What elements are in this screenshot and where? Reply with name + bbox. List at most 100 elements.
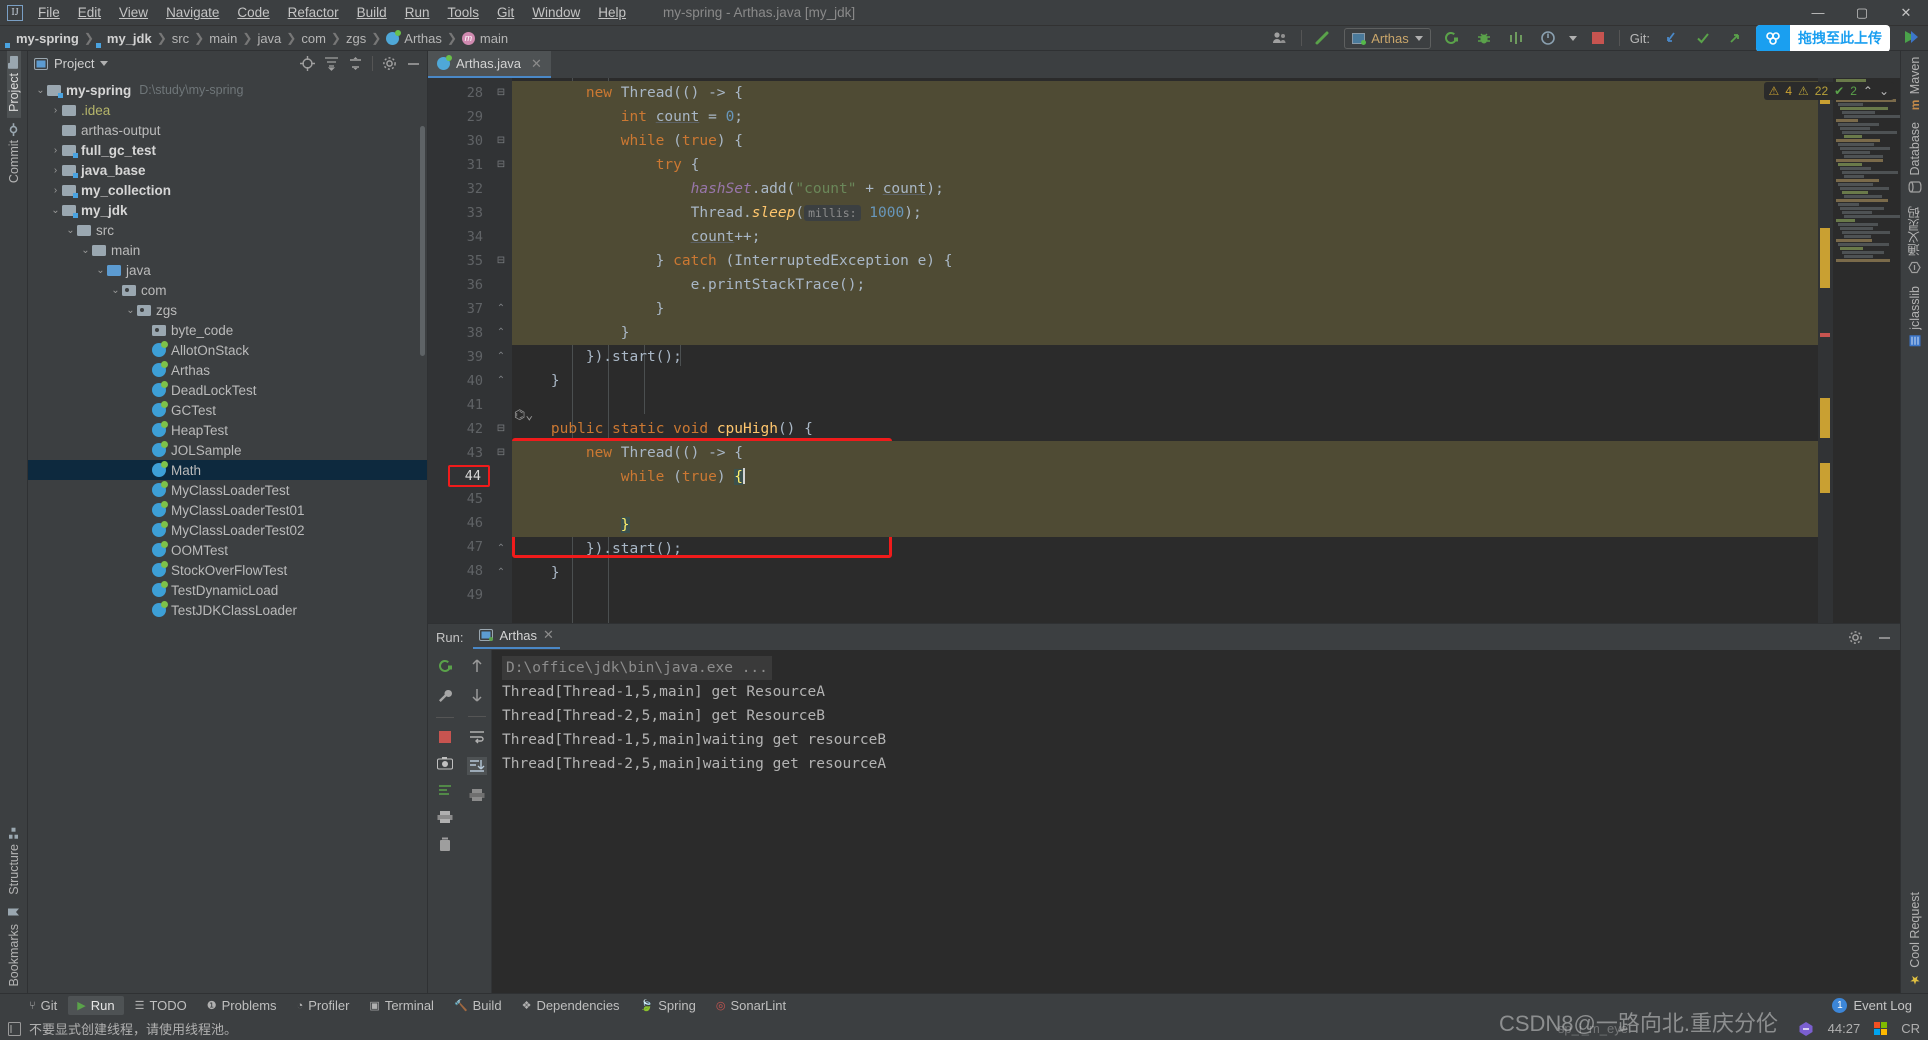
line-number[interactable]: 43 [428, 441, 490, 465]
breadcrumb-my-spring[interactable]: my-spring [8, 31, 79, 46]
run-configuration-selector[interactable]: Arthas [1344, 27, 1431, 49]
menu-item-git[interactable]: Git [488, 2, 523, 23]
chevron-down-icon[interactable] [1568, 35, 1577, 41]
tool-strip-problems[interactable]: ❶ Problems [198, 996, 286, 1015]
code-line[interactable]: } [512, 321, 1818, 345]
tree-node-math[interactable]: Math [28, 460, 427, 480]
menu-item-tools[interactable]: Tools [438, 2, 488, 23]
rail-item-cool-request[interactable]: ★ Cool Request [1908, 886, 1922, 993]
menu-item-navigate[interactable]: Navigate [157, 2, 228, 23]
rail-item-bookmarks[interactable]: Bookmarks [7, 900, 21, 993]
code-line[interactable]: count++; [512, 225, 1818, 249]
fold-marker[interactable]: ⊟ [490, 81, 512, 105]
fold-marker[interactable]: ⊟ [490, 417, 512, 441]
chevron-down-icon[interactable]: ⌄ [34, 85, 47, 96]
wrench-settings-icon[interactable] [437, 688, 453, 704]
tree-node--idea[interactable]: › .idea [28, 100, 427, 120]
code-line[interactable]: } catch (InterruptedException e) { [512, 249, 1818, 273]
tool-strip-todo[interactable]: ☰ TODO [126, 996, 196, 1015]
breadcrumb-main[interactable]: main [209, 31, 237, 46]
chevron-right-icon[interactable]: › [49, 145, 62, 156]
fold-marker[interactable]: ⌃ [490, 297, 512, 321]
console-output-line[interactable]: Thread[Thread-1,5,main] get ResourceA [502, 680, 1900, 704]
scroll-down-icon[interactable] [470, 687, 484, 703]
line-number[interactable]: 29 [428, 105, 490, 129]
tree-node-main[interactable]: ⌄ main [28, 240, 427, 260]
tree-node-testjdkclassloader[interactable]: TestJDKClassLoader [28, 600, 427, 620]
chevron-down-icon[interactable]: ⌄ [79, 245, 92, 256]
thread-dump-icon[interactable] [437, 783, 453, 797]
search-icon[interactable] [1900, 27, 1922, 49]
rail-item-database[interactable]: Database [1908, 116, 1922, 200]
fold-marker[interactable]: ⊟ [490, 249, 512, 273]
line-number[interactable]: 28 [428, 81, 490, 105]
tree-node-heaptest[interactable]: HeapTest [28, 420, 427, 440]
breadcrumb-main-method[interactable]: m main [461, 31, 508, 46]
print-icon[interactable] [469, 788, 485, 802]
chevron-down-icon[interactable] [100, 61, 109, 66]
target-icon[interactable] [300, 56, 315, 71]
line-number[interactable]: 37 [428, 297, 490, 321]
windows-icon[interactable] [1874, 1022, 1888, 1035]
coverage-icon[interactable] [1505, 27, 1527, 49]
code-line[interactable]: new Thread(() -> { [512, 81, 1818, 105]
tree-node-myclassloadertest01[interactable]: MyClassLoaderTest01 [28, 500, 427, 520]
code-line[interactable]: } [512, 513, 1818, 537]
chevron-right-icon[interactable]: › [49, 185, 62, 196]
line-number[interactable]: 49 [428, 583, 490, 607]
maximize-button[interactable]: ▢ [1840, 0, 1884, 26]
code-line[interactable]: while (true) { [512, 129, 1818, 153]
menu-item-help[interactable]: Help [589, 2, 635, 23]
source-code[interactable]: new Thread(() -> { int count = 0; while … [512, 78, 1818, 623]
rail-item-project[interactable]: Project [6, 51, 21, 118]
tree-node-my_jdk[interactable]: ⌄ my_jdk [28, 200, 427, 220]
line-number[interactable]: 32 [428, 177, 490, 201]
tree-node-com[interactable]: ⌄ com [28, 280, 427, 300]
menu-item-view[interactable]: View [110, 2, 157, 23]
menu-item-run[interactable]: Run [396, 2, 439, 23]
tree-node-jolsample[interactable]: JOLSample [28, 440, 427, 460]
code-line[interactable]: hashSet.add("count" + count); [512, 177, 1818, 201]
collapse-all-icon[interactable] [348, 56, 363, 71]
git-update-icon[interactable] [1660, 27, 1682, 49]
tree-node-src[interactable]: ⌄ src [28, 220, 427, 240]
rail-item-jclasslib[interactable]: jclasslib [1908, 280, 1922, 353]
code-folding-gutter[interactable]: ⊟ ⊟ ⊟ ⊟ ⌃ ⌃ ⌃ ⌃ ⊟ ⊟ ⌃ ⌃ [490, 78, 512, 623]
console-output-line[interactable]: Thread[Thread-1,5,main]waiting get resou… [502, 728, 1900, 752]
menu-item-edit[interactable]: Edit [69, 2, 110, 23]
hide-icon[interactable] [406, 56, 421, 71]
git-push-icon[interactable] [1724, 27, 1746, 49]
menu-item-code[interactable]: Code [228, 2, 278, 23]
line-number[interactable]: 39 [428, 345, 490, 369]
project-tree[interactable]: ⌄ my-spring D:\study\my-spring › .idea arthas… [28, 76, 427, 993]
code-line[interactable]: public static void cpuHigh() { [512, 417, 1818, 441]
breadcrumb-src[interactable]: src [172, 31, 189, 46]
code-line[interactable]: } [512, 297, 1818, 321]
tree-scrollbar[interactable] [420, 126, 425, 356]
rail-item-tongyi[interactable]: 通义灵码 [1905, 200, 1924, 280]
line-number[interactable]: 40 [428, 369, 490, 393]
close-tab-icon[interactable]: ✕ [531, 56, 542, 72]
fold-marker[interactable]: ⊟ [490, 129, 512, 153]
tool-strip-run[interactable]: ▶ Run [68, 996, 124, 1015]
chevron-down-icon[interactable]: ⌄ [124, 305, 137, 316]
git-commit-icon[interactable] [1692, 27, 1714, 49]
stop-icon[interactable] [1587, 27, 1609, 49]
tongyi-icon[interactable] [1798, 1021, 1814, 1037]
tree-node-java_base[interactable]: › java_base [28, 160, 427, 180]
rail-item-maven[interactable]: m Maven [1908, 51, 1922, 116]
profiler-icon[interactable] [1537, 27, 1559, 49]
tree-node-stockoverflowtest[interactable]: StockOverFlowTest [28, 560, 427, 580]
line-number[interactable]: 35 [428, 249, 490, 273]
line-number[interactable]: 36 [428, 273, 490, 297]
code-line[interactable]: }).start(); [512, 537, 1818, 561]
menu-item-refactor[interactable]: Refactor [279, 2, 348, 23]
line-number[interactable]: 30 [428, 129, 490, 153]
editor-minimap[interactable] [1832, 78, 1900, 623]
breadcrumb-my-jdk[interactable]: my_jdk [99, 31, 152, 46]
tree-node-allotonstack[interactable]: AllotOnStack [28, 340, 427, 360]
rerun-icon[interactable] [437, 658, 454, 675]
inspection-widget[interactable]: ⚠ 4 ⚠ 22 ✔ 2 ⌃ ⌄ [1763, 82, 1894, 100]
line-number[interactable]: 48 [428, 559, 490, 583]
close-button[interactable]: ✕ [1884, 0, 1928, 26]
